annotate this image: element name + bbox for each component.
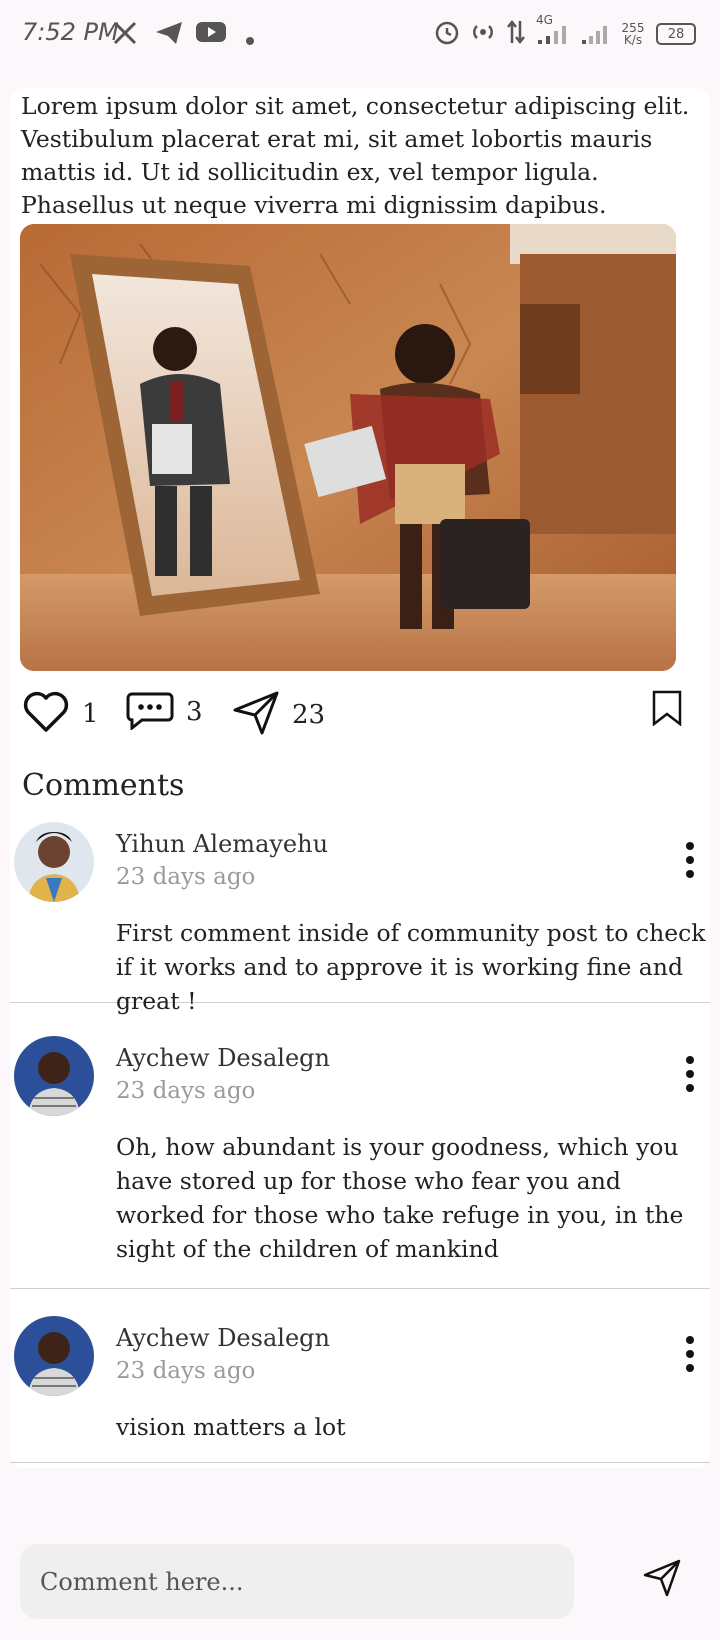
vertical-dots-icon <box>678 842 702 884</box>
share-button[interactable]: 23 <box>232 690 325 740</box>
more-options-button[interactable] <box>678 1334 702 1374</box>
send-icon <box>232 690 280 740</box>
comment-time: 23 days ago <box>116 1358 256 1384</box>
signal-icon: 4G <box>536 14 570 50</box>
post-image[interactable] <box>20 224 676 671</box>
dot-icon <box>246 30 254 49</box>
battery-icon: 28 <box>656 23 696 45</box>
network-type: 4G <box>536 13 553 27</box>
post-text: Lorem ipsum dolor sit amet, consectetur … <box>21 92 690 219</box>
more-options-button[interactable] <box>678 840 702 880</box>
like-button[interactable]: 1 <box>22 690 99 738</box>
bookmark-button[interactable] <box>652 690 682 730</box>
telegram-icon <box>154 20 184 50</box>
comment-button[interactable]: 3 <box>126 690 203 734</box>
status-bar: 7:52 PM 4G 255 K/s 28 <box>0 0 720 72</box>
status-right-icons: 4G 255 K/s 28 <box>434 14 696 50</box>
comments-heading: Comments <box>22 768 185 803</box>
vertical-dots-icon <box>678 1056 702 1098</box>
avatar[interactable] <box>14 1316 94 1396</box>
post-action-row: 1 3 23 <box>22 690 682 742</box>
more-options-button[interactable] <box>678 1054 702 1094</box>
comment-count: 3 <box>186 697 203 727</box>
x-icon <box>112 20 138 50</box>
youtube-icon <box>196 20 226 48</box>
status-time: 7:52 PM <box>22 18 119 46</box>
comment-input[interactable] <box>20 1544 574 1619</box>
network-speed: 255 K/s <box>621 21 645 47</box>
send-icon <box>642 1559 682 1602</box>
comment-body: vision matters a lot <box>116 1413 346 1441</box>
comment-item: Aychew Desalegn 23 days ago Oh, how abun… <box>10 1036 710 1289</box>
share-count: 23 <box>292 700 326 730</box>
data-arrows-icon <box>506 19 526 49</box>
send-comment-button[interactable] <box>642 1558 682 1602</box>
comment-author: Aychew Desalegn <box>116 1324 330 1352</box>
comment-body: Oh, how abundant is your goodness, which… <box>116 1133 684 1263</box>
comment-item: Yihun Alemayehu 23 days ago First commen… <box>10 822 710 1015</box>
signal-icon-2 <box>580 18 610 50</box>
comment-input-row <box>20 1544 700 1619</box>
comment-body: First comment inside of community post t… <box>116 919 706 1015</box>
hotspot-icon <box>470 20 496 48</box>
heart-icon <box>22 690 70 738</box>
avatar[interactable] <box>14 1036 94 1116</box>
chat-bubble-icon <box>126 690 174 734</box>
comment-time: 23 days ago <box>116 864 256 890</box>
comment-item: Aychew Desalegn 23 days ago vision matte… <box>10 1316 710 1463</box>
avatar[interactable] <box>14 822 94 902</box>
comment-author: Yihun Alemayehu <box>116 830 329 858</box>
comment-author: Aychew Desalegn <box>116 1044 330 1072</box>
vertical-dots-icon <box>678 1336 702 1378</box>
comment-time: 23 days ago <box>116 1078 256 1104</box>
alarm-icon <box>434 19 460 49</box>
like-count: 1 <box>82 699 99 729</box>
bookmark-icon <box>652 690 682 730</box>
